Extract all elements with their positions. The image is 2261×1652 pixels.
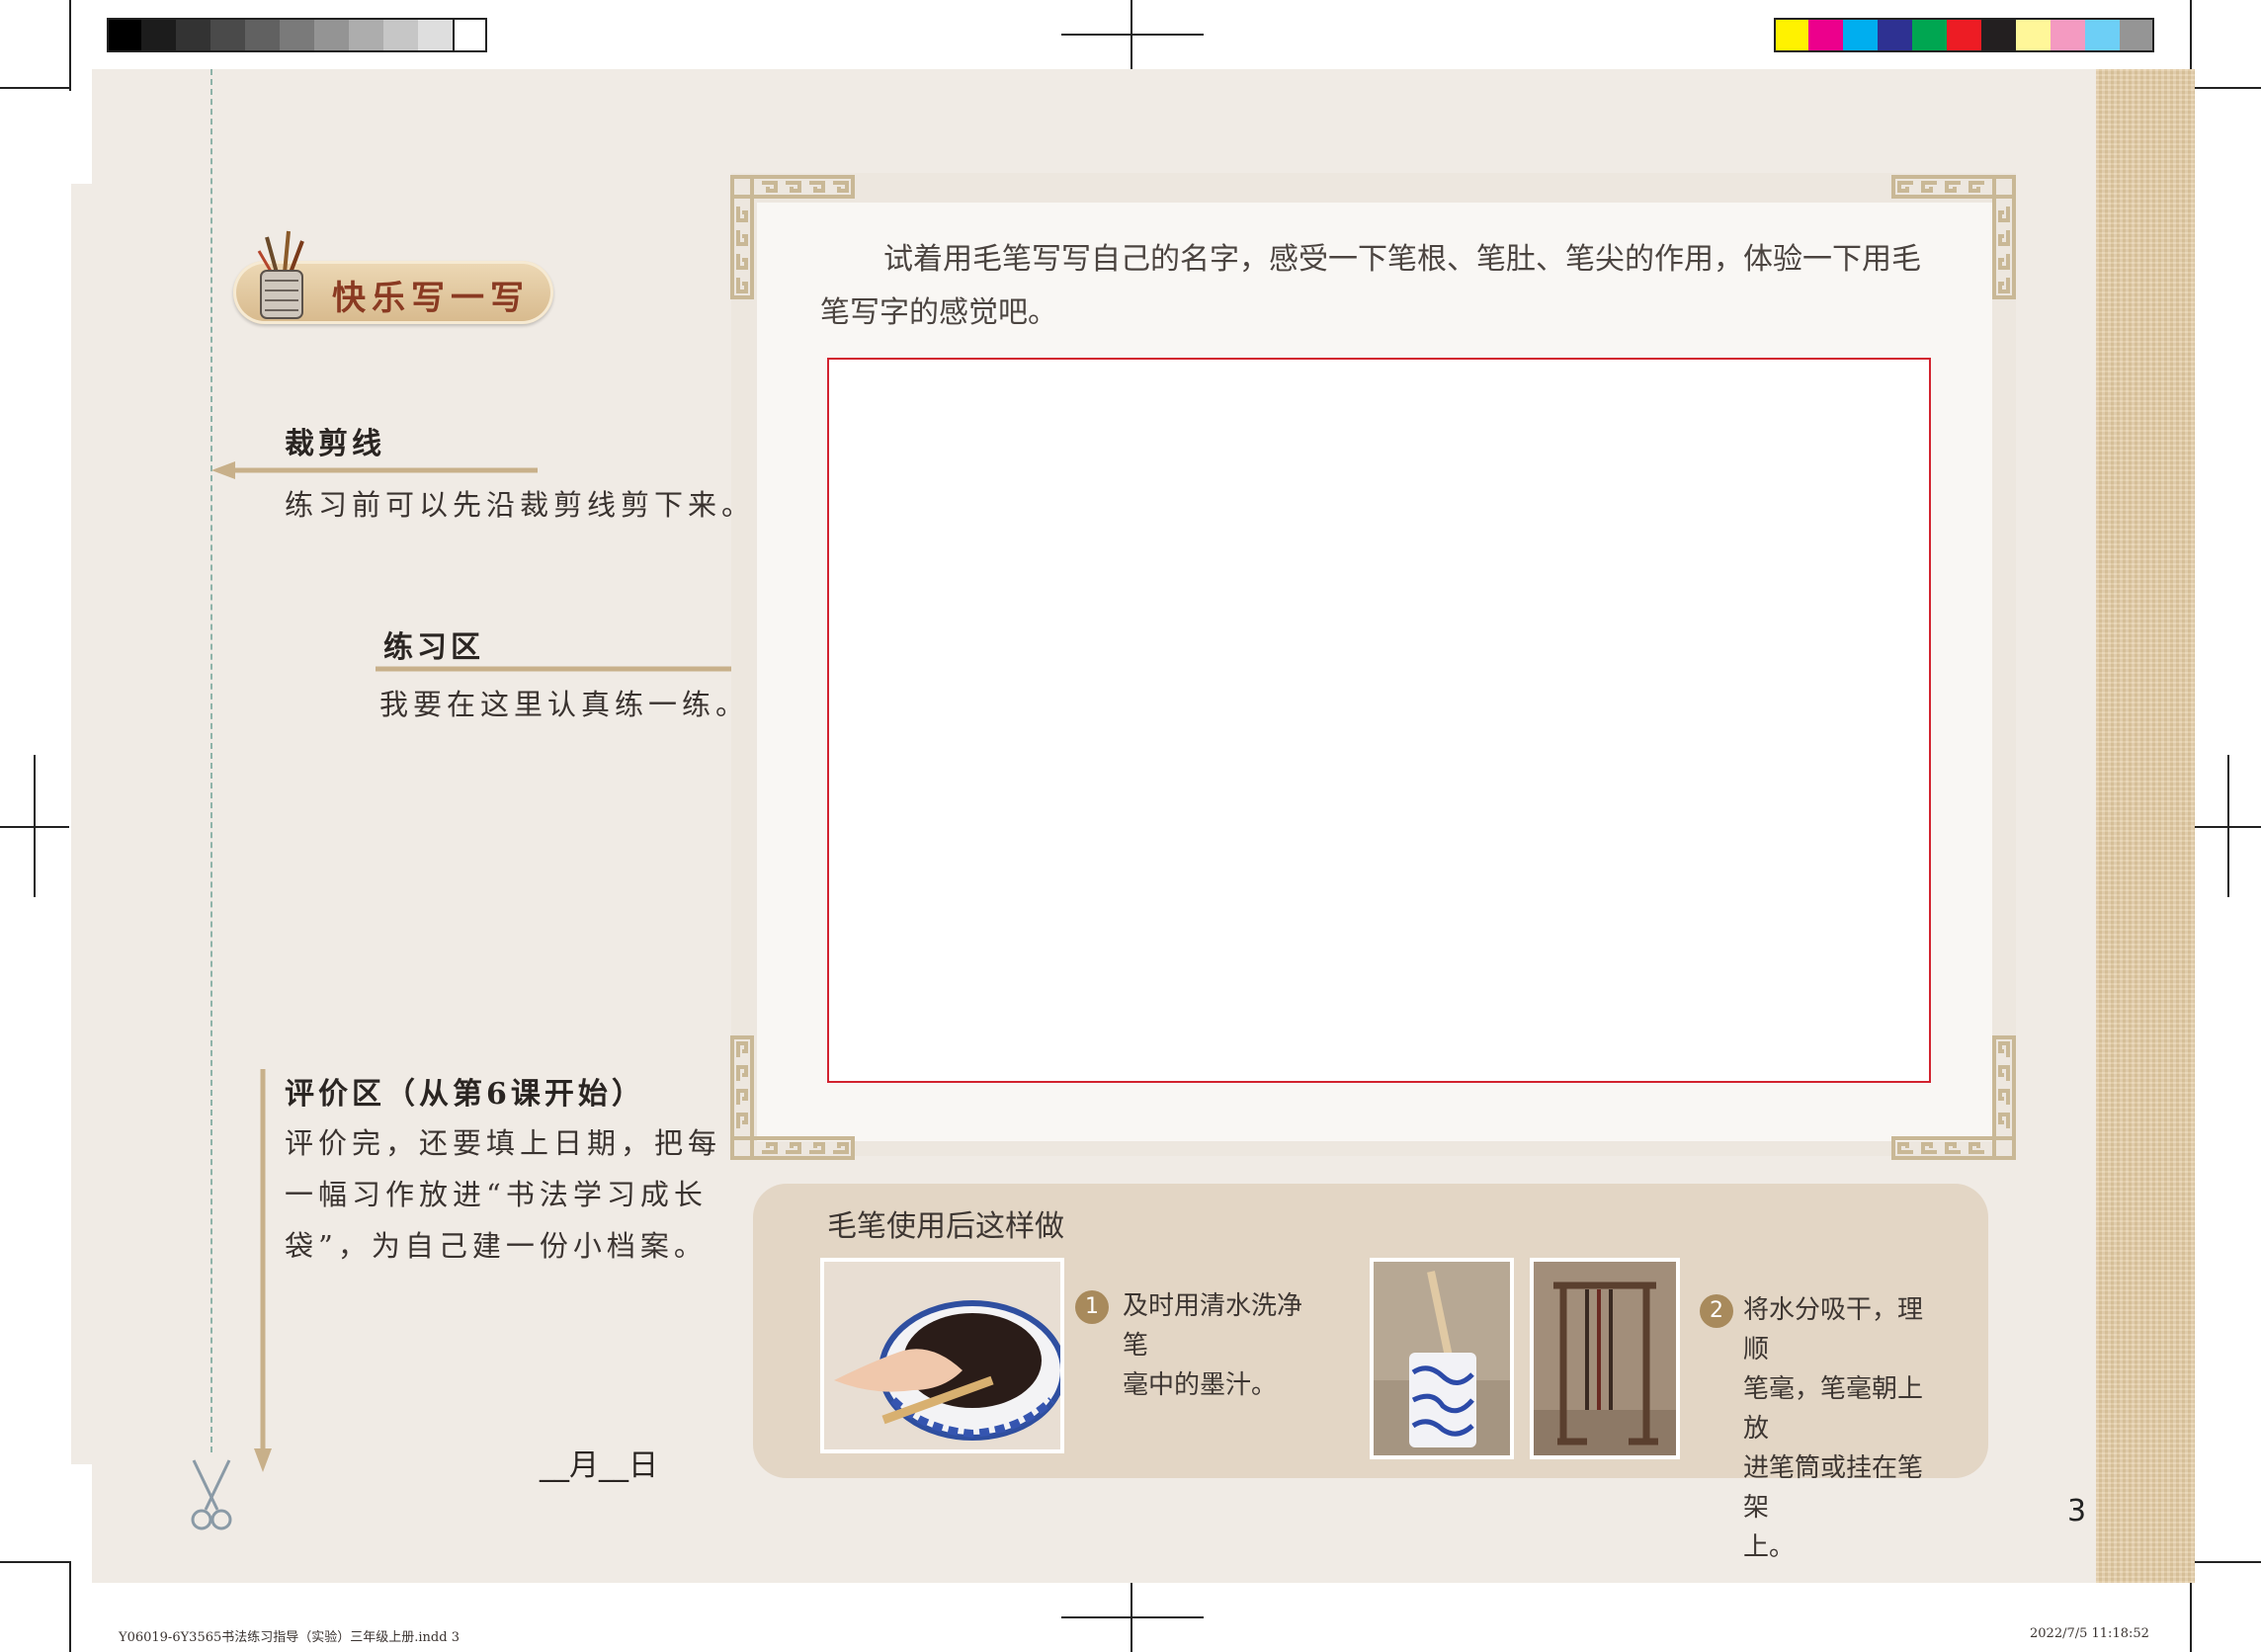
- badge-label: 快乐写一写: [332, 279, 530, 318]
- footer-file-name: Y06019-6Y3565书法练习指导（实验）三年级上册.indd 3: [119, 1630, 460, 1645]
- practice-area-arrow: [376, 660, 761, 678]
- step-2-line-4: 上。: [1743, 1532, 1796, 1562]
- scroll-texture-edge: [2096, 69, 2195, 1583]
- cut-line-arrow: [211, 461, 538, 479]
- evaluation-line-3: 袋”，为自己建一份小档案。: [285, 1229, 708, 1263]
- evaluation-arrow: [254, 1069, 272, 1472]
- cut-line-desc: 练习前可以先沿裁剪线剪下来。: [285, 488, 756, 522]
- instruction-line-2: 笔写字的感觉吧。: [820, 295, 1057, 330]
- step-2-line-3: 进笔筒或挂在笔架: [1743, 1453, 1924, 1523]
- evaluation-line-2: 一幅习作放进“书法学习成长: [285, 1178, 708, 1211]
- cut-line-dashed[interactable]: [210, 69, 212, 1452]
- instruction-line-1: 试着用毛笔写写自己的名字，感受一下笔根、笔肚、笔尖的作用，体验一下用毛: [883, 242, 1921, 277]
- brush-pot-icon: [257, 230, 304, 319]
- step-2-text: 将水分吸干，理顺 笔毫，笔毫朝上放 进笔筒或挂在笔架 上。: [1743, 1290, 1941, 1567]
- step-1-number: 1: [1075, 1290, 1109, 1324]
- scissors-icon: [191, 1459, 232, 1530]
- step-1-text: 及时用清水洗净笔 毫中的墨汁。: [1123, 1286, 1320, 1405]
- step-2-number: 2: [1700, 1294, 1733, 1328]
- evaluation-title: 评价区（从第6课开始）: [285, 1077, 645, 1112]
- brush-rack-photo: [1530, 1258, 1680, 1459]
- washing-brush-photo: [820, 1258, 1064, 1453]
- header-badge: 快乐写一写: [233, 230, 553, 324]
- cut-line-title: 裁剪线: [285, 427, 385, 461]
- practice-instruction: 试着用毛笔写写自己的名字，感受一下笔根、笔肚、笔尖的作用，体验一下用毛 笔写字的…: [820, 233, 1957, 340]
- brush-holder-photo: [1370, 1258, 1514, 1459]
- footer-timestamp: 2022/7/5 11:18:52: [2030, 1626, 2149, 1641]
- step-2-line-2: 笔毫，笔毫朝上放: [1743, 1374, 1924, 1444]
- step-1-line-1: 及时用清水洗净笔: [1123, 1291, 1303, 1361]
- date-field[interactable]: __月__日: [540, 1441, 658, 1484]
- page-number: 3: [2067, 1494, 2087, 1528]
- step-2-line-1: 将水分吸干，理顺: [1743, 1295, 1924, 1364]
- evaluation-line-1: 评价完，还要填上日期，把每: [285, 1126, 722, 1160]
- brush-care-title: 毛笔使用后这样做: [827, 1209, 1064, 1244]
- left-margin-strip: [71, 184, 92, 1464]
- practice-area-desc: 我要在这里认真练一练。: [379, 688, 750, 721]
- step-1-line-2: 毫中的墨汁。: [1123, 1370, 1278, 1400]
- writing-practice-box[interactable]: [827, 358, 1931, 1083]
